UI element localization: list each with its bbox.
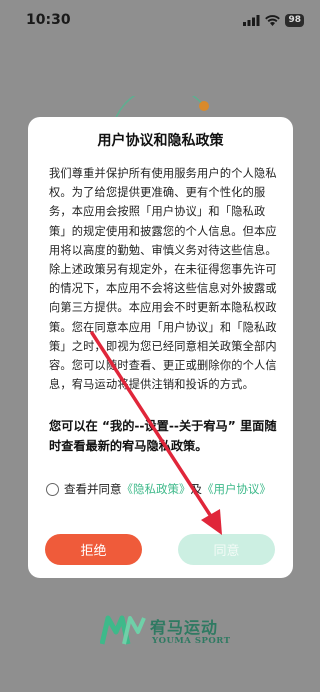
accept-button[interactable]: 同意: [178, 534, 275, 565]
status-time: 10:30: [26, 12, 71, 28]
settings-notice-text: 您可以在 “我的--设置--关于宥马” 里面随时查看最新的宥马隐私政策。: [49, 419, 277, 453]
dialog-title: 用户协议和隐私政策: [97, 133, 224, 149]
logo-name-cn: 宥马运动: [150, 618, 219, 637]
wifi-icon: [265, 14, 281, 26]
agree-row: 查看并同意 《隐私政策》 及 《用户协议》: [46, 479, 286, 499]
agree-prefix-text: 查看并同意: [64, 482, 122, 496]
user-agreement-link[interactable]: 《用户协议》: [202, 481, 271, 497]
signal-icon: [243, 14, 260, 26]
logo-mark-icon: [100, 615, 146, 645]
agree-radio[interactable]: [46, 482, 59, 496]
status-icons: 98: [243, 13, 304, 27]
status-bar: 10:30 98: [0, 0, 320, 40]
privacy-policy-link[interactable]: 《隐私政策》: [122, 481, 191, 497]
policy-body-text: 我们尊重并保护所有使用服务用户的个人隐私权。为了给您提供更准确、更有个性化的服务…: [49, 167, 277, 392]
reject-button[interactable]: 拒绝: [45, 534, 142, 565]
agree-and-text: 及: [190, 482, 203, 496]
app-logo: 宥马运动 YOUMA SPORT: [100, 612, 240, 652]
battery-indicator: 98: [285, 13, 304, 27]
privacy-dialog: 用户协议和隐私政策 我们尊重并保护所有使用服务用户的个人隐私权。为了给您提供更准…: [28, 117, 293, 578]
logo-name-en: YOUMA SPORT: [152, 636, 231, 646]
